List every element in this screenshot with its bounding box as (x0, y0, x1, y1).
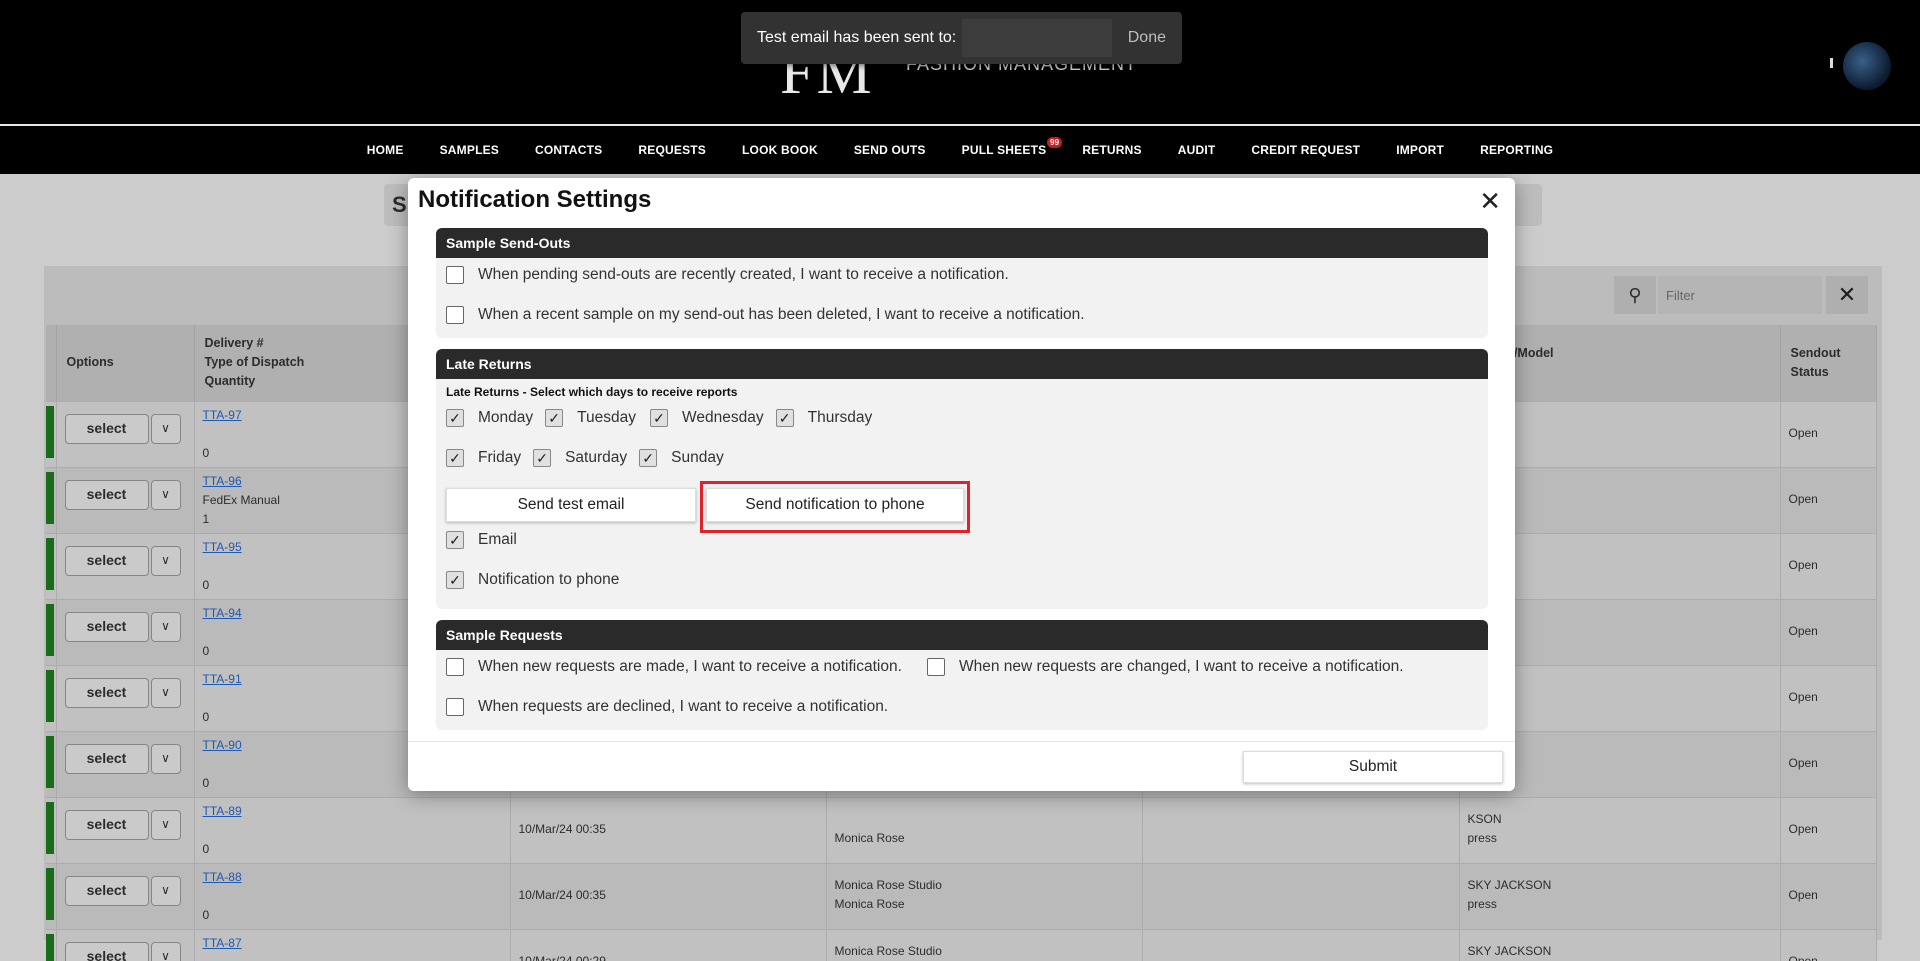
nav-pull-sheets-label: PULL SHEETS (961, 143, 1047, 157)
day-wednesday[interactable]: ✓ Wednesday (650, 409, 764, 427)
close-icon[interactable]: ✕ (1479, 188, 1501, 214)
sendouts-created-option[interactable]: When pending send-outs are recently crea… (446, 266, 1009, 284)
day-sunday[interactable]: ✓ Sunday (639, 449, 724, 467)
nav-reporting[interactable]: REPORTING (1480, 143, 1553, 157)
checkbox[interactable] (446, 306, 464, 324)
check-icon[interactable]: ✓ (446, 409, 464, 427)
day-label: Monday (478, 409, 534, 426)
section-title: Sample Requests (436, 620, 1488, 650)
nav-pull-sheets[interactable]: PULL SHEETS 99 (961, 137, 1063, 157)
sendouts-deleted-option[interactable]: When a recent sample on my send-out has … (446, 306, 1085, 324)
dialog-title: Notification Settings (418, 186, 652, 213)
nav-samples[interactable]: SAMPLES (440, 143, 499, 157)
day-label: Saturday (565, 449, 628, 466)
submit-button[interactable]: Submit (1243, 751, 1503, 783)
requests-declined-option[interactable]: When requests are declined, I want to re… (446, 698, 888, 716)
snackbar-toast: Test email has been sent to: Done (741, 12, 1182, 64)
requests-made-option[interactable]: When new requests are made, I want to re… (446, 658, 902, 676)
check-icon[interactable]: ✓ (639, 449, 658, 467)
nav-import[interactable]: IMPORT (1396, 143, 1444, 157)
day-label: Tuesday (577, 409, 637, 426)
option-label: When pending send-outs are recently crea… (478, 266, 1009, 283)
section-late-returns: Late Returns Late Returns - Select which… (436, 349, 1488, 609)
toast-message-wrap: Test email has been sent to: (757, 19, 1113, 57)
day-tuesday[interactable]: ✓ Tuesday (545, 409, 636, 427)
day-label: Thursday (807, 409, 873, 426)
day-monday[interactable]: ✓ Monday (446, 409, 533, 427)
checkbox[interactable] (446, 658, 464, 676)
option-label: When requests are declined, I want to re… (478, 698, 889, 715)
nav-credit-request[interactable]: CREDIT REQUEST (1251, 143, 1360, 157)
toast-recipient-redacted (962, 19, 1113, 57)
option-label: When new requests are changed, I want to… (959, 658, 1404, 675)
late-returns-subtitle: Late Returns - Select which days to rece… (446, 385, 738, 399)
main-nav: HOME SAMPLES CONTACTS REQUESTS LOOK BOOK… (0, 126, 1920, 174)
section-title: Sample Send-Outs (436, 228, 1488, 258)
notification-settings-dialog: Notification Settings ✕ Sample Send-Outs… (408, 178, 1515, 791)
phone-option[interactable]: ✓ Notification to phone (446, 571, 619, 589)
days-row-2: ✓ Friday ✓ Saturday ✓ Sunday (446, 449, 730, 467)
nav-requests[interactable]: REQUESTS (638, 143, 706, 157)
requests-changed-option[interactable]: When new requests are changed, I want to… (927, 658, 1404, 676)
days-row-1: ✓ Monday ✓ Tuesday ✓ Wednesday ✓ Thursday (446, 409, 878, 427)
nav-home[interactable]: HOME (367, 143, 404, 157)
section-sample-requests: Sample Requests When new requests are ma… (436, 620, 1488, 730)
option-label: Notification to phone (478, 571, 620, 588)
send-test-email-button[interactable]: Send test email (446, 488, 696, 522)
day-label: Wednesday (682, 409, 764, 426)
section-sample-sendouts: Sample Send-Outs When pending send-outs … (436, 228, 1488, 338)
day-saturday[interactable]: ✓ Saturday (533, 449, 627, 467)
day-friday[interactable]: ✓ Friday (446, 449, 521, 467)
highlight-box (700, 481, 970, 533)
check-icon[interactable]: ✓ (533, 449, 552, 467)
dialog-divider (408, 741, 1515, 742)
option-label: Email (478, 531, 517, 548)
user-avatar[interactable] (1843, 42, 1891, 90)
option-label: When new requests are made, I want to re… (478, 658, 902, 675)
day-label: Sunday (671, 449, 724, 466)
check-icon[interactable]: ✓ (446, 571, 464, 589)
email-option[interactable]: ✓ Email (446, 531, 517, 549)
nav-send-outs[interactable]: SEND OUTS (854, 143, 926, 157)
checkbox[interactable] (927, 658, 945, 676)
check-icon[interactable]: ✓ (446, 449, 464, 467)
day-thursday[interactable]: ✓ Thursday (775, 409, 873, 427)
nav-returns[interactable]: RETURNS (1082, 143, 1141, 157)
nav-contacts[interactable]: CONTACTS (535, 143, 602, 157)
nav-audit[interactable]: AUDIT (1178, 143, 1216, 157)
pull-sheets-badge: 99 (1047, 137, 1063, 148)
section-title: Late Returns (436, 349, 1488, 379)
check-icon[interactable]: ✓ (775, 409, 794, 427)
check-icon[interactable]: ✓ (545, 409, 564, 427)
option-label: When a recent sample on my send-out has … (478, 306, 1085, 323)
check-icon[interactable]: ✓ (650, 409, 669, 427)
kebab-menu-icon[interactable] (1830, 58, 1833, 68)
checkbox[interactable] (446, 698, 464, 716)
check-icon[interactable]: ✓ (446, 531, 464, 549)
day-label: Friday (478, 449, 522, 466)
nav-look-book[interactable]: LOOK BOOK (742, 143, 818, 157)
toast-done-button[interactable]: Done (1128, 29, 1166, 47)
checkbox[interactable] (446, 266, 464, 284)
toast-message: Test email has been sent to: (757, 29, 957, 46)
